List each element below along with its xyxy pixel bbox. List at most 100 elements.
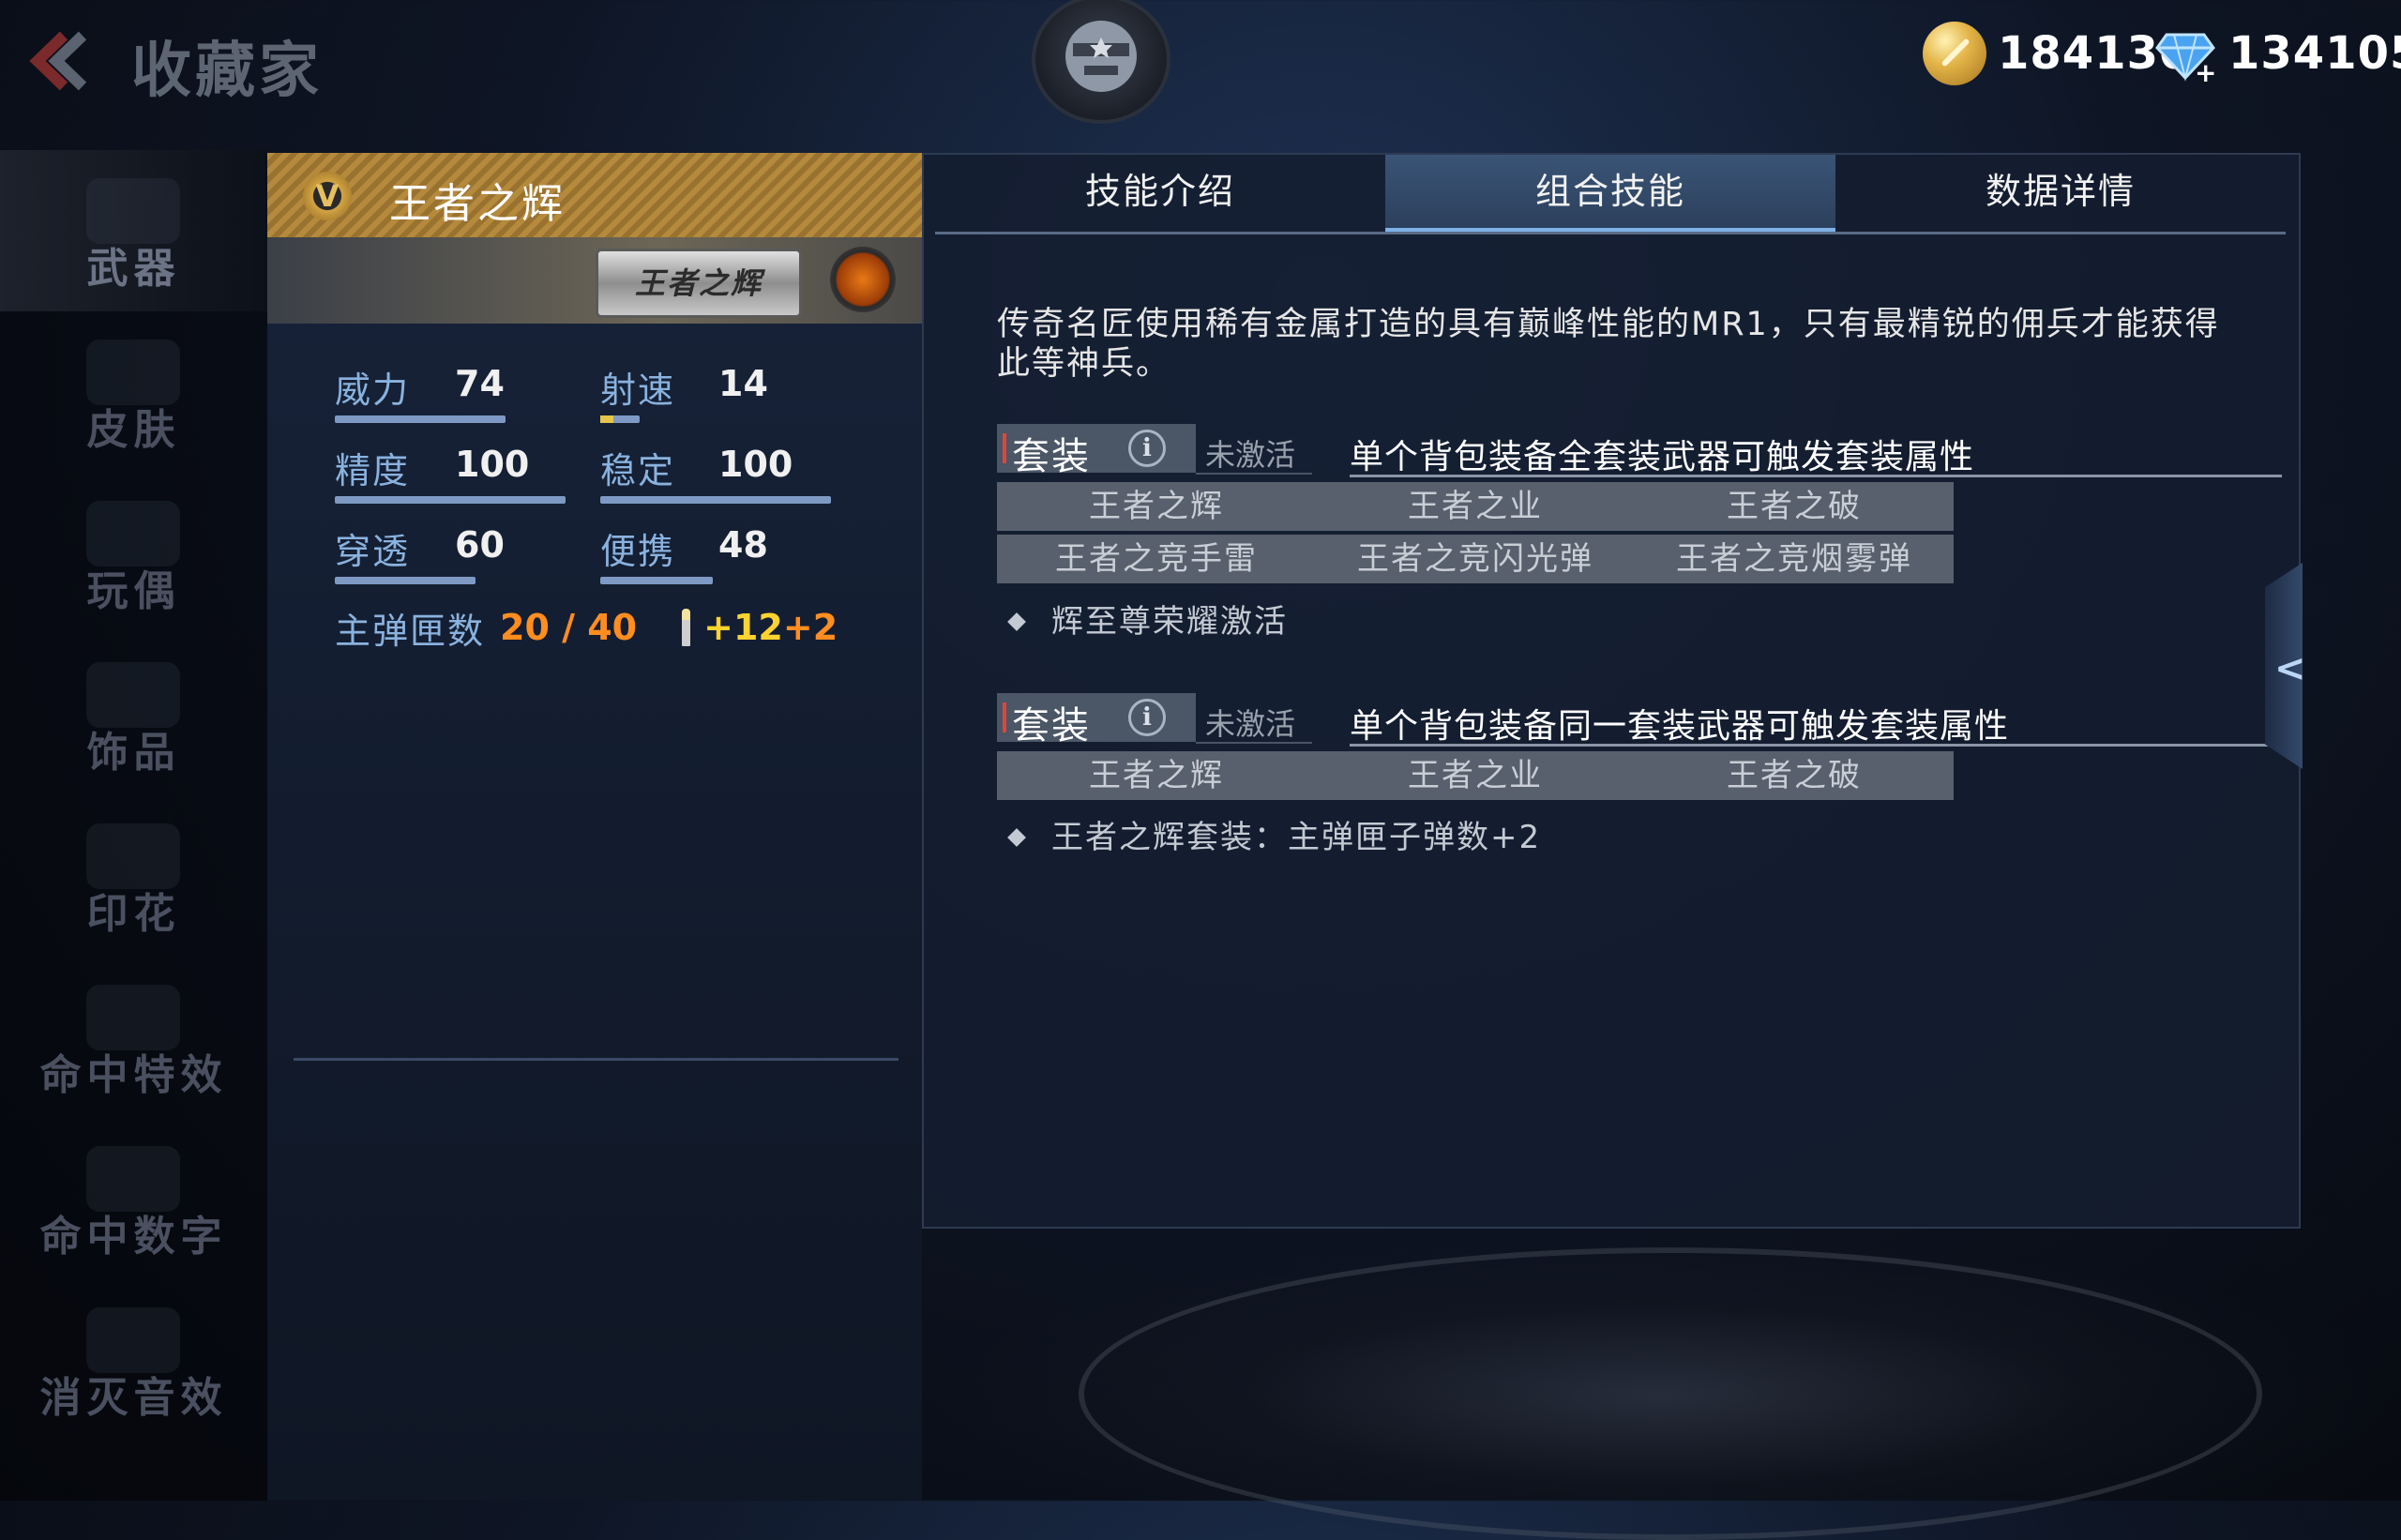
stat-bar bbox=[335, 577, 476, 584]
info-icon[interactable]: i bbox=[1128, 430, 1166, 467]
stat-stability: 稳定 100 bbox=[600, 442, 844, 507]
top-bar: 收藏家 184130 + 134105 bbox=[0, 0, 2401, 141]
set-item: 王者之辉 bbox=[1089, 488, 1224, 525]
tab-combo-skill[interactable]: 组合技能 bbox=[1385, 155, 1835, 232]
set-status: 未激活 bbox=[1205, 437, 1296, 473]
svg-text:+: + bbox=[2195, 57, 2216, 85]
sidebar-item-skins[interactable]: 皮肤 bbox=[0, 311, 267, 473]
stat-value: 100 bbox=[718, 444, 793, 485]
magazine-set-bonus: +2 bbox=[782, 607, 838, 648]
stat-label: 射速 bbox=[600, 370, 676, 411]
diamond-icon: + bbox=[2153, 22, 2217, 88]
divider bbox=[1350, 744, 2282, 747]
set-item: 王者之竞烟雾弹 bbox=[1676, 540, 1912, 578]
stat-accuracy: 精度 100 bbox=[335, 442, 579, 507]
collapse-panel-handle[interactable]: < bbox=[2265, 563, 2303, 769]
set-items-row: 王者之辉 王者之业 王者之破 bbox=[997, 482, 1954, 531]
diamond-currency[interactable]: + 134105 bbox=[2153, 21, 2401, 88]
set-tag: 套装 i bbox=[997, 424, 1196, 478]
display-stage-ring bbox=[1079, 1247, 2262, 1540]
info-icon[interactable]: i bbox=[1128, 699, 1166, 736]
magazine-count: 20 / 40 bbox=[500, 607, 638, 648]
set-bonus-line: 辉至尊荣耀激活 bbox=[1007, 596, 1288, 642]
set-item: 王者之竞手雷 bbox=[1055, 540, 1258, 578]
sidebar-item-label: 武器 bbox=[86, 245, 181, 293]
sidebar-item-label: 命中特效 bbox=[39, 1051, 228, 1099]
tab-data-details[interactable]: 数据详情 bbox=[1835, 155, 2286, 232]
divider bbox=[294, 1058, 898, 1061]
set-condition: 单个背包装备同一套装武器可触发套装属性 bbox=[1350, 707, 2010, 746]
set-items-row: 王者之辉 王者之业 王者之破 bbox=[997, 751, 1954, 800]
set-tag: 套装 i bbox=[997, 693, 1196, 747]
stat-fire-rate: 射速 14 bbox=[600, 361, 807, 427]
magazine-label: 主弹匣数 bbox=[335, 610, 486, 652]
stat-value: 100 bbox=[455, 444, 530, 485]
sidebar-item-hit-effects[interactable]: 命中特效 bbox=[0, 957, 267, 1118]
magazine-bonus: +12 bbox=[703, 607, 783, 648]
sidebar-item-label: 饰品 bbox=[86, 729, 181, 777]
sidebar-item-label: 皮肤 bbox=[86, 406, 181, 454]
tab-skill-intro[interactable]: 技能介绍 bbox=[935, 155, 1385, 232]
category-sidebar: 武器 皮肤 玩偶 饰品 印花 命中特效 命中数字 消灭音效 bbox=[0, 150, 267, 1501]
bullet-icon bbox=[682, 609, 691, 646]
stat-bar bbox=[600, 496, 831, 504]
gold-currency[interactable]: 184130 bbox=[1923, 21, 2191, 86]
set-items-grid: 王者之辉 王者之业 王者之破 bbox=[997, 751, 1954, 804]
weapon-panel: V 王者之辉 王者之辉 威力 74 射速 14 精度 100 稳定 100 穿透… bbox=[267, 153, 922, 1501]
chevron-left-icon: < bbox=[2274, 647, 2306, 690]
stat-penetration: 穿透 60 bbox=[335, 522, 541, 588]
set-bonus-line: 王者之辉套装：主弹匣子弹数+2 bbox=[1007, 811, 1542, 857]
set-condition: 单个背包装备全套装武器可触发套装属性 bbox=[1350, 438, 1975, 476]
set-header: 套装 i 未激活 单个背包装备全套装武器可触发套装属性 bbox=[997, 424, 2282, 478]
diamond-bullet-icon bbox=[1007, 828, 1026, 847]
page-title: 收藏家 bbox=[131, 37, 323, 106]
sidebar-item-decals[interactable]: 印花 bbox=[0, 795, 267, 957]
stat-label: 威力 bbox=[335, 370, 411, 411]
set-header: 套装 i 未激活 单个背包装备同一套装武器可触发套装属性 bbox=[997, 693, 2282, 747]
stat-bar bbox=[600, 415, 640, 423]
gold-coin-icon bbox=[1923, 22, 1986, 85]
vip-badge-icon: V bbox=[303, 172, 352, 220]
sidebar-item-label: 玩偶 bbox=[86, 567, 181, 615]
weapon-subheader: 王者之辉 bbox=[267, 237, 922, 324]
ammo-type-icon[interactable] bbox=[830, 247, 896, 312]
sidebar-item-weapons[interactable]: 武器 bbox=[0, 150, 267, 311]
set-item: 王者之破 bbox=[1727, 488, 1862, 525]
sidebar-item-label: 消灭音效 bbox=[39, 1374, 228, 1422]
stat-value: 14 bbox=[718, 363, 768, 404]
set-bonus-text: 辉至尊荣耀激活 bbox=[1051, 603, 1288, 641]
set-item: 王者之业 bbox=[1408, 488, 1543, 525]
set-item: 王者之竞闪光弹 bbox=[1357, 540, 1593, 578]
stat-value: 48 bbox=[718, 524, 768, 566]
set-item: 王者之业 bbox=[1408, 757, 1543, 794]
sidebar-item-label: 印花 bbox=[86, 890, 181, 938]
stat-bar bbox=[335, 415, 506, 423]
sidebar-item-hit-numbers[interactable]: 命中数字 bbox=[0, 1118, 267, 1279]
stat-value: 74 bbox=[455, 363, 505, 404]
set-item: 王者之辉 bbox=[1089, 757, 1224, 794]
back-chevron-icon[interactable] bbox=[9, 28, 94, 94]
stat-label: 便携 bbox=[600, 531, 676, 572]
mercenary-emblem-icon[interactable] bbox=[1032, 0, 1170, 124]
skill-panel: 技能介绍 组合技能 数据详情 传奇名匠使用稀有金属打造的具有巅峰性能的MR1，只… bbox=[922, 153, 2301, 1229]
stat-value: 60 bbox=[455, 524, 505, 566]
stat-bar bbox=[335, 496, 566, 504]
stat-label: 稳定 bbox=[600, 450, 676, 491]
diamond-amount: 134105 bbox=[2228, 27, 2401, 80]
sidebar-item-kill-sounds[interactable]: 消灭音效 bbox=[0, 1279, 267, 1441]
weapon-name: 王者之辉 bbox=[389, 180, 566, 228]
stat-label: 精度 bbox=[335, 450, 411, 491]
sidebar-item-dolls[interactable]: 玩偶 bbox=[0, 473, 267, 634]
set-bonus-text: 王者之辉套装：主弹匣子弹数+2 bbox=[1051, 819, 1542, 856]
weapon-name-plate: 王者之辉 bbox=[596, 249, 802, 318]
display-stage-floor bbox=[922, 1238, 2401, 1501]
weapon-description: 传奇名匠使用稀有金属打造的具有巅峰性能的MR1，只有最精锐的佣兵才能获得此等神兵… bbox=[997, 306, 2220, 383]
set-tag-label: 套装 bbox=[1012, 435, 1091, 478]
set-items-row: 王者之竞手雷 王者之竞闪光弹 王者之竞烟雾弹 bbox=[997, 535, 1954, 583]
diamond-bullet-icon bbox=[1007, 612, 1026, 631]
sidebar-item-label: 命中数字 bbox=[39, 1213, 228, 1261]
sidebar-item-accessories[interactable]: 饰品 bbox=[0, 634, 267, 795]
stat-portability: 便携 48 bbox=[600, 522, 807, 588]
skill-tabs: 技能介绍 组合技能 数据详情 bbox=[935, 155, 2286, 234]
set-tag-label: 套装 bbox=[1012, 704, 1091, 747]
